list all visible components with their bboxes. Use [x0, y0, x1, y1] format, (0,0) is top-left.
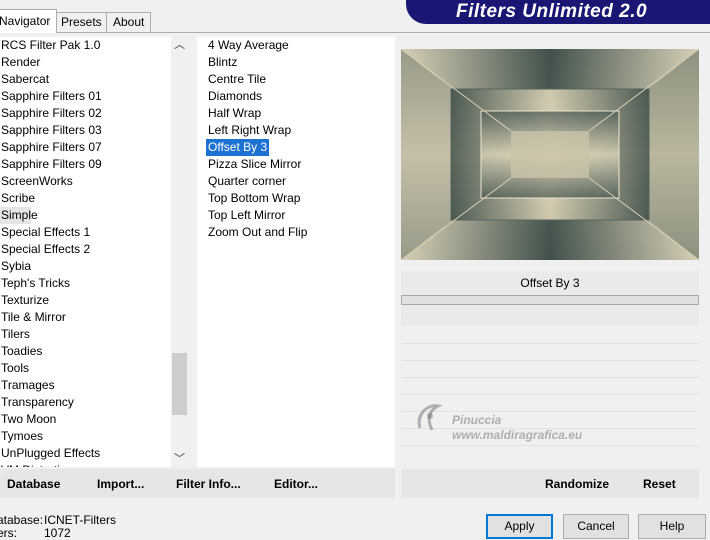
category-item[interactable]: Tramages — [0, 377, 171, 394]
category-item[interactable]: Transparency — [0, 394, 171, 411]
category-item[interactable]: Special Effects 1 — [0, 224, 171, 241]
filter-item[interactable]: Half Wrap — [207, 105, 395, 122]
scrollbar-thumb[interactable] — [172, 353, 187, 415]
apply-button[interactable]: Apply — [486, 514, 553, 539]
filter-item[interactable]: Top Left Mirror — [207, 207, 395, 224]
param-row — [401, 360, 699, 361]
category-item[interactable]: Sapphire Filters 03 — [0, 122, 171, 139]
tab-about[interactable]: About — [106, 12, 152, 32]
category-item[interactable]: Sybia — [0, 258, 171, 275]
category-item[interactable]: Toadies — [0, 343, 171, 360]
preview-filter-name: Offset By 3 — [401, 271, 699, 295]
filter-item[interactable]: Pizza Slice Mirror — [207, 156, 395, 173]
param-row — [401, 377, 699, 378]
category-item[interactable]: Scribe — [0, 190, 171, 207]
chevron-down-icon[interactable]: ﹀ — [171, 451, 188, 467]
help-button[interactable]: Help — [638, 514, 706, 539]
filters-count: 1072 — [44, 526, 71, 540]
category-item[interactable]: Two Moon — [0, 411, 171, 428]
editor-button[interactable]: Editor... — [274, 477, 318, 491]
filter-item[interactable]: Diamonds — [207, 88, 395, 105]
category-item[interactable]: Tile & Mirror — [0, 309, 171, 326]
category-item[interactable]: Simple — [0, 207, 38, 224]
filters-label: ers: — [0, 526, 18, 540]
category-list[interactable]: RCS Filter Pak 1.0 Render Sabercat Sapphire… — [0, 37, 171, 467]
param-row — [401, 445, 699, 446]
category-item[interactable]: Tilers — [0, 326, 171, 343]
category-scrollbar[interactable]: ︿ ﹀ — [171, 37, 188, 467]
filter-info-button[interactable]: Filter Info... — [176, 477, 241, 491]
category-item[interactable]: Tools — [0, 360, 171, 377]
app-title: Filters Unlimited 2.0 — [456, 1, 648, 22]
filter-item[interactable]: Blintz — [207, 54, 395, 71]
filter-item[interactable]: Left Right Wrap — [207, 122, 395, 139]
filter-item[interactable]: Top Bottom Wrap — [207, 190, 395, 207]
filter-list[interactable]: 4 Way Average Blintz Centre Tile Diamonds Ha… — [197, 37, 395, 467]
database-button[interactable]: Database — [7, 477, 60, 491]
category-item[interactable]: Texturize — [0, 292, 171, 309]
category-item[interactable]: Sabercat — [0, 71, 171, 88]
filter-item[interactable]: Centre Tile — [207, 71, 395, 88]
category-item[interactable]: Teph's Tricks — [0, 275, 171, 292]
category-item[interactable]: VM Distortion — [0, 462, 171, 467]
filter-item-label: Offset By 3 — [206, 139, 270, 156]
category-item[interactable]: Render — [0, 54, 171, 71]
param-row — [401, 343, 699, 344]
filter-item[interactable]: 4 Way Average — [207, 37, 395, 54]
database-value: ICNET-Filters — [44, 513, 116, 527]
category-item[interactable]: Sapphire Filters 07 — [0, 139, 171, 156]
category-item[interactable]: Sapphire Filters 01 — [0, 88, 171, 105]
category-item[interactable]: UnPlugged Effects — [0, 445, 171, 462]
preview-slider[interactable] — [401, 295, 699, 305]
watermark-logo — [412, 398, 452, 441]
chevron-up-icon[interactable]: ︿ — [171, 37, 188, 53]
filter-item[interactable]: Offset By 3 — [206, 139, 395, 156]
param-row — [401, 394, 699, 395]
preview-panel — [401, 305, 699, 326]
tab-navigator[interactable]: Navigator — [0, 9, 58, 33]
watermark-name: Pinuccia — [452, 413, 502, 427]
database-label: atabase: — [0, 513, 44, 527]
import-button[interactable]: Import... — [97, 477, 144, 491]
category-item[interactable]: ScreenWorks — [0, 173, 171, 190]
filter-item[interactable]: Quarter corner — [207, 173, 395, 190]
category-item[interactable]: Special Effects 2 — [0, 241, 171, 258]
preview-image — [400, 48, 700, 261]
filter-item[interactable]: Zoom Out and Flip — [207, 224, 395, 241]
reset-button[interactable]: Reset — [643, 477, 676, 491]
category-item[interactable]: Sapphire Filters 09 — [0, 156, 171, 173]
randomize-button[interactable]: Randomize — [545, 477, 609, 491]
tab-bar-line — [0, 32, 710, 33]
category-item[interactable]: RCS Filter Pak 1.0 — [0, 37, 171, 54]
category-item[interactable]: Tymoes — [0, 428, 171, 445]
category-item[interactable]: Sapphire Filters 02 — [0, 105, 171, 122]
cancel-button[interactable]: Cancel — [563, 514, 629, 539]
watermark-url: www.maldiragrafica.eu — [452, 428, 583, 442]
tab-presets[interactable]: Presets — [54, 12, 109, 32]
